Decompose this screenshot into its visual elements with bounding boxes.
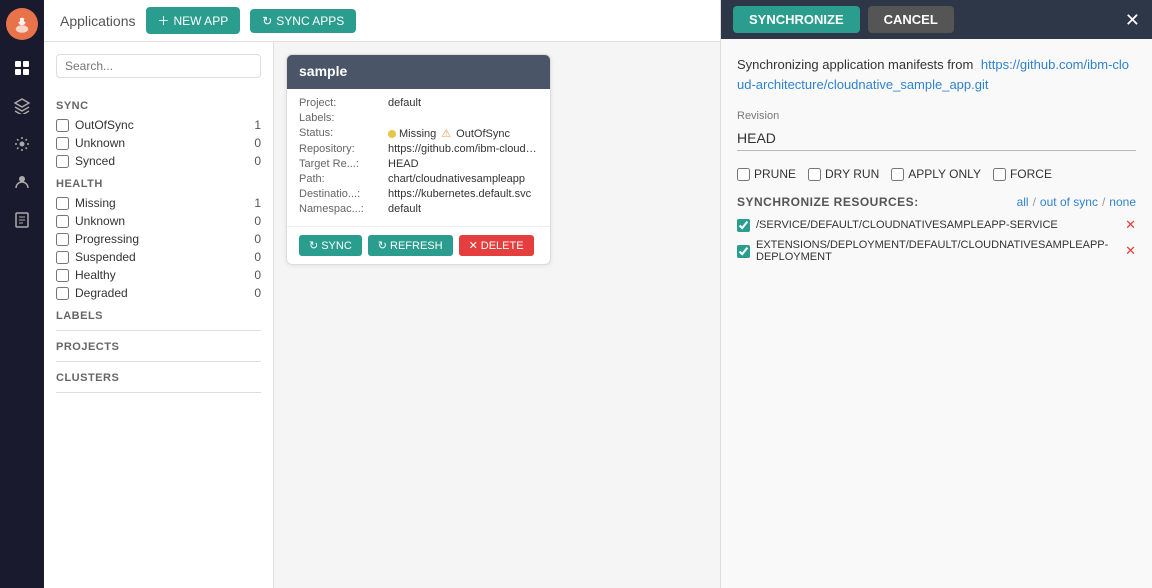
filter-degraded: Degraded 0: [56, 286, 261, 300]
app-destination-row: Destinatio...: https://kubernetes.defaul…: [299, 188, 538, 200]
resource-service-checkbox[interactable]: [737, 219, 750, 232]
prune-checkbox-item[interactable]: PRUNE: [737, 167, 796, 181]
unknown-sync-checkbox[interactable]: [56, 137, 69, 150]
new-app-button[interactable]: ＋ NEW APP: [146, 7, 241, 34]
projects-section-title: PROJECTS: [56, 341, 261, 353]
card-sync-button[interactable]: ↻ SYNC: [299, 235, 362, 256]
app-namespace-row: Namespac...: default: [299, 203, 538, 215]
app-targetrev-row: Target Re...: HEAD: [299, 158, 538, 170]
app-repo-row: Repository: https://github.com/ibm-cloud…: [299, 143, 538, 155]
avatar[interactable]: [6, 8, 38, 40]
suspended-checkbox[interactable]: [56, 251, 69, 264]
resource-service-remove[interactable]: ✕: [1125, 217, 1136, 233]
projects-divider: [56, 361, 261, 362]
clusters-section-title: CLUSTERS: [56, 372, 261, 384]
sync-icon: ↻: [309, 239, 318, 252]
resource-link-outofsync[interactable]: out of sync: [1040, 195, 1098, 209]
revision-input[interactable]: [737, 126, 1136, 151]
app-card-area: sample Project: default Labels: Status:: [274, 42, 720, 588]
cancel-button[interactable]: CANCEL: [868, 6, 954, 33]
applyonly-checkbox-item[interactable]: APPLY ONLY: [891, 167, 981, 181]
missing-checkbox[interactable]: [56, 197, 69, 210]
resource-deployment-checkbox[interactable]: [737, 245, 750, 258]
degraded-checkbox[interactable]: [56, 287, 69, 300]
app-card-footer: ↻ SYNC ↻ REFRESH ✕ DELETE: [287, 226, 550, 264]
main-content: Applications ＋ NEW APP ↻ SYNC APPS SYNC …: [44, 0, 720, 588]
app-project-row: Project: default: [299, 97, 538, 109]
filter-synced: Synced 0: [56, 154, 261, 168]
sync-resources-header: SYNCHRONIZE RESOURCES: all / out of sync…: [737, 195, 1136, 209]
progressing-checkbox[interactable]: [56, 233, 69, 246]
resource-item-service: /SERVICE/DEFAULT/CLOUDNATIVESAMPLEAPP-SE…: [737, 217, 1136, 233]
right-panel-body: Synchronizing application manifests from…: [721, 39, 1152, 588]
synchronize-button[interactable]: SYNCHRONIZE: [733, 6, 860, 33]
synced-checkbox[interactable]: [56, 155, 69, 168]
nav-settings-icon[interactable]: [6, 128, 38, 160]
close-button[interactable]: ✕: [1125, 11, 1140, 29]
app-card-title: sample: [299, 63, 347, 79]
page-title: Applications: [60, 13, 136, 29]
labels-divider: [56, 330, 261, 331]
sidebar-nav: [0, 0, 44, 588]
filter-outofsync: OutOfSync 1: [56, 118, 261, 132]
app-status-row: Status: Missing ⚠ OutOfSync: [299, 127, 538, 140]
status-dot: [388, 130, 396, 138]
top-bar: Applications ＋ NEW APP ↻ SYNC APPS: [44, 0, 720, 42]
nav-apps-icon[interactable]: [6, 52, 38, 84]
right-panel-top-bar: SYNCHRONIZE CANCEL ✕: [721, 0, 1152, 39]
search-input[interactable]: [56, 54, 261, 78]
filter-healthy: Healthy 0: [56, 268, 261, 282]
app-card-header: sample: [287, 55, 550, 89]
resource-link-all[interactable]: all: [1017, 195, 1029, 209]
dryrun-checkbox-item[interactable]: DRY RUN: [808, 167, 879, 181]
warning-icon: ⚠: [441, 127, 451, 140]
healthy-checkbox[interactable]: [56, 269, 69, 282]
refresh-icon: ↻: [378, 239, 387, 252]
applyonly-checkbox[interactable]: [891, 168, 904, 181]
clusters-divider: [56, 392, 261, 393]
resource-item-deployment: EXTENSIONS/DEPLOYMENT/DEFAULT/CLOUDNATIV…: [737, 239, 1136, 263]
unknown-health-checkbox[interactable]: [56, 215, 69, 228]
resource-deployment-remove[interactable]: ✕: [1125, 243, 1136, 259]
dryrun-checkbox[interactable]: [808, 168, 821, 181]
filter-sidebar: SYNC OutOfSync 1 Unknown 0 Synced 0 HEAL…: [44, 42, 274, 588]
revision-label: Revision: [737, 110, 1136, 122]
nav-layers-icon[interactable]: [6, 90, 38, 122]
force-checkbox-item[interactable]: FORCE: [993, 167, 1052, 181]
filter-suspended: Suspended 0: [56, 250, 261, 264]
filter-unknown-health: Unknown 0: [56, 214, 261, 228]
resource-links: all / out of sync / none: [1017, 195, 1136, 209]
force-checkbox[interactable]: [993, 168, 1006, 181]
nav-reports-icon[interactable]: [6, 204, 38, 236]
app-card-sample: sample Project: default Labels: Status:: [286, 54, 551, 265]
nav-user-icon[interactable]: [6, 166, 38, 198]
outofsync-checkbox[interactable]: [56, 119, 69, 132]
sync-icon: ↻: [262, 14, 272, 28]
app-labels-row: Labels:: [299, 112, 538, 124]
sync-description: Synchronizing application manifests from…: [737, 55, 1136, 94]
app-path-row: Path: chart/cloudnativesampleapp: [299, 173, 538, 185]
card-refresh-button[interactable]: ↻ REFRESH: [368, 235, 453, 256]
plus-icon: ＋: [158, 12, 170, 29]
filter-unknown-sync: Unknown 0: [56, 136, 261, 150]
resource-link-none[interactable]: none: [1109, 195, 1136, 209]
card-delete-button[interactable]: ✕ DELETE: [459, 235, 534, 256]
body-layout: SYNC OutOfSync 1 Unknown 0 Synced 0 HEAL…: [44, 42, 720, 588]
app-card-body: Project: default Labels: Status: Missing…: [287, 89, 550, 226]
health-section-title: HEALTH: [56, 178, 261, 190]
labels-section-title: LABELS: [56, 310, 261, 322]
sync-apps-button[interactable]: ↻ SYNC APPS: [250, 9, 356, 33]
prune-checkbox[interactable]: [737, 168, 750, 181]
sync-section-title: SYNC: [56, 100, 261, 112]
delete-icon: ✕: [469, 239, 478, 252]
filter-progressing: Progressing 0: [56, 232, 261, 246]
right-panel: SYNCHRONIZE CANCEL ✕ Synchronizing appli…: [720, 0, 1152, 588]
checkboxes-row: PRUNE DRY RUN APPLY ONLY FORCE: [737, 167, 1136, 181]
filter-missing: Missing 1: [56, 196, 261, 210]
